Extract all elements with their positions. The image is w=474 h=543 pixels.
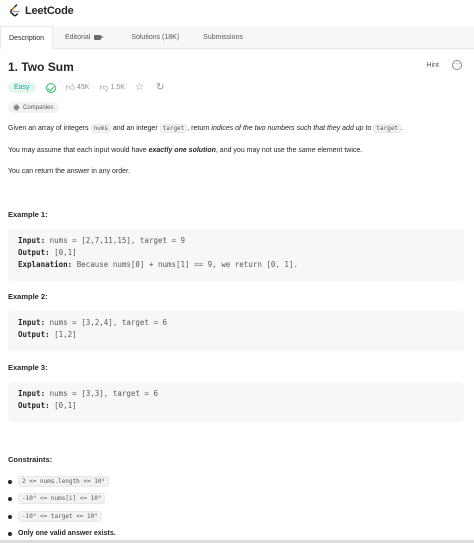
example-input: Input: nums = [3,3], target = 6 [18, 389, 158, 398]
example-box: Input: nums = [3,3], target = 6 Output: … [8, 382, 464, 422]
emphasis-text: indices of the two numbers such that the… [211, 125, 374, 132]
constraint-text: Only one valid answer exists. [18, 530, 116, 537]
tab-label: Submissions [203, 34, 243, 41]
leetcode-logo-icon[interactable] [8, 4, 22, 18]
constraint-item: 2 <= nums.length <= 10⁴ [8, 476, 110, 487]
constraint-item: -10⁹ <= target <= 10⁹ [8, 511, 102, 522]
emphasis-text: same [298, 147, 316, 154]
example-title: Example 2: [8, 292, 48, 301]
constraint-item: -10⁹ <= nums[i] <= 10⁹ [8, 493, 106, 504]
inline-code: target [159, 124, 188, 133]
bullet [8, 479, 12, 484]
like-count: 45K [76, 84, 90, 91]
description-paragraph-2: You may assume that each input would hav… [8, 147, 362, 154]
companies-label: Companies [23, 104, 54, 111]
solved-check-icon [45, 82, 56, 93]
problem-title: 1. Two Sum [8, 60, 74, 74]
example-input: Input: nums = [3,2,4], target = 6 [18, 318, 168, 327]
example-title: Example 1: [8, 210, 48, 219]
tab-editorial[interactable]: Editorial [57, 27, 109, 49]
tab-label: Editorial [65, 34, 91, 41]
hint-button[interactable]: Hint [427, 62, 439, 69]
example-output: Output: [1,2] [18, 330, 77, 339]
companies-button[interactable]: Companies [8, 102, 60, 113]
example-title: Example 3: [8, 363, 48, 372]
bullet [8, 496, 12, 501]
tab-label: Solutions (18K) [131, 34, 180, 41]
text: You may assume that each input would hav… [8, 147, 149, 154]
example-output: Output: [0,1] [18, 401, 77, 410]
example-box: Input: nums = [3,2,4], target = 6 Output… [8, 311, 464, 351]
tab-label: Description [9, 34, 45, 42]
video-icon [94, 35, 105, 40]
tab-solutions[interactable]: Solutions (18K) [123, 27, 187, 49]
text: and an integer [110, 125, 160, 132]
example-explanation: Explanation: Because nums[0] + nums[1] =… [18, 260, 298, 269]
example-input: Input: nums = [2,7,11,15], target = 9 [18, 236, 186, 245]
like-button[interactable]: 👍︎ 45K [66, 82, 90, 93]
share-icon[interactable]: ↻ [156, 82, 164, 93]
dislike-count: 1.5K [110, 84, 125, 91]
constraint-code: 2 <= nums.length <= 10⁴ [18, 476, 110, 487]
tab-submissions[interactable]: Submissions [195, 27, 251, 49]
constraint-code: -10⁹ <= nums[i] <= 10⁹ [18, 493, 106, 504]
constraint-item: Only one valid answer exists. [8, 530, 116, 537]
tab-bar: Description Editorial Solutions (18K) Su… [0, 26, 474, 49]
example-output: Output: [0,1] [18, 248, 77, 257]
thumbs-up-icon: 👍︎ [65, 82, 75, 92]
text: Given an array of integers [8, 125, 91, 132]
strong-text: exactly one solution [148, 147, 216, 154]
tab-description[interactable]: Description [0, 26, 54, 49]
logo-text[interactable]: LeetCode [25, 5, 74, 17]
text: . [400, 125, 403, 132]
example-box: Input: nums = [2,7,11,15], target = 9 Ou… [8, 229, 464, 281]
bullet [8, 514, 12, 519]
text: , and you may not use the [215, 147, 299, 154]
bullet [8, 531, 12, 536]
text: element twice. [315, 147, 363, 154]
inline-code: target [373, 124, 401, 133]
difficulty-badge: Easy [8, 82, 36, 93]
problem-meta: Easy 👍︎ 45K 👎︎ 1.5K ☆ ↻ [8, 81, 176, 94]
constraint-code: -10⁹ <= target <= 10⁹ [18, 511, 102, 522]
more-options-icon[interactable]: ⋯ [452, 60, 462, 70]
description-paragraph-3: You can return the answer in any order. [8, 168, 130, 175]
constraints-title: Constraints: [8, 455, 53, 464]
dislike-button[interactable]: 👎︎ 1.5K [99, 82, 125, 93]
text: , return [187, 125, 212, 132]
star-icon[interactable]: ☆ [135, 82, 144, 93]
thumbs-down-icon: 👎︎ [99, 82, 109, 92]
description-paragraph-1: Given an array of integers nums and an i… [8, 124, 403, 133]
top-bar: LeetCode [0, 0, 474, 22]
inline-code: nums [90, 124, 111, 133]
tag-icon [12, 103, 21, 112]
